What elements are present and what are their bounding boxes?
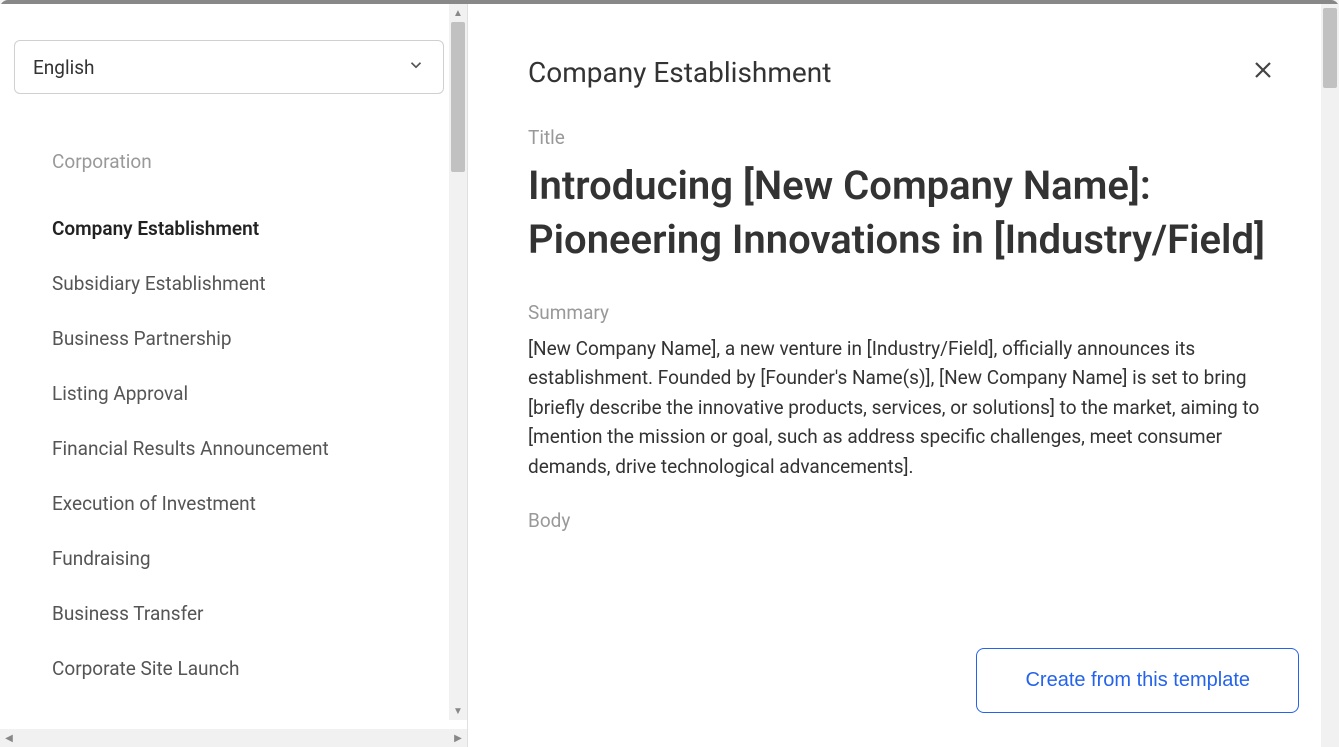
template-preview: Company Establishment Title Introducing … <box>468 4 1339 747</box>
sidebar-item-business-partnership[interactable]: Business Partnership <box>52 311 453 366</box>
sidebar-item-corporate-site-launch[interactable]: Corporate Site Launch <box>52 641 453 696</box>
sidebar-category-corporation: Corporation <box>14 150 453 173</box>
template-summary-text: [New Company Name], a new venture in [In… <box>528 334 1279 481</box>
template-picker-dialog: English Corporation Company Establishmen… <box>0 0 1339 747</box>
scrollbar-down-arrow-icon[interactable]: ▼ <box>449 702 467 720</box>
sidebar-item-fundraising[interactable]: Fundraising <box>52 531 453 586</box>
preview-title: Company Establishment <box>528 56 831 89</box>
create-from-template-button[interactable]: Create from this template <box>976 648 1299 713</box>
main-vertical-scrollbar-thumb[interactable] <box>1323 8 1337 88</box>
sidebar-inner: English Corporation Company Establishmen… <box>0 4 467 747</box>
sidebar-item-subsidiary-establishment[interactable]: Subsidiary Establishment <box>52 256 453 311</box>
close-icon <box>1251 58 1275 82</box>
sidebar-nav-list: Company Establishment Subsidiary Establi… <box>14 201 453 696</box>
scrollbar-right-arrow-icon[interactable]: ▶ <box>449 729 467 747</box>
sidebar-item-business-transfer[interactable]: Business Transfer <box>52 586 453 641</box>
close-button[interactable] <box>1247 54 1279 90</box>
create-button-wrapper: Create from this template <box>976 648 1299 713</box>
sidebar-item-execution-of-investment[interactable]: Execution of Investment <box>52 476 453 531</box>
sidebar-vertical-scrollbar-thumb[interactable] <box>451 22 465 172</box>
title-section-label: Title <box>528 126 1279 149</box>
sidebar-item-company-establishment[interactable]: Company Establishment <box>52 201 453 256</box>
summary-section-label: Summary <box>528 301 1279 324</box>
scrollbar-up-arrow-icon[interactable]: ▲ <box>449 4 467 22</box>
template-title-text: Introducing [New Company Name]: Pioneeri… <box>528 159 1279 267</box>
sidebar-item-listing-approval[interactable]: Listing Approval <box>52 366 453 421</box>
main-vertical-scrollbar-track[interactable] <box>1321 4 1339 747</box>
scrollbar-left-arrow-icon[interactable]: ◀ <box>0 729 18 747</box>
preview-header: Company Establishment <box>528 54 1279 90</box>
sidebar-horizontal-scrollbar-track[interactable]: ◀ ▶ <box>0 729 467 747</box>
language-select-value: English <box>33 56 94 79</box>
chevron-down-icon <box>407 56 425 78</box>
sidebar: English Corporation Company Establishmen… <box>0 4 468 747</box>
language-select[interactable]: English <box>14 40 444 94</box>
sidebar-item-financial-results-announcement[interactable]: Financial Results Announcement <box>52 421 453 476</box>
body-section-label: Body <box>528 509 1279 532</box>
sidebar-vertical-scrollbar-track[interactable]: ▲ ▼ <box>449 4 467 720</box>
